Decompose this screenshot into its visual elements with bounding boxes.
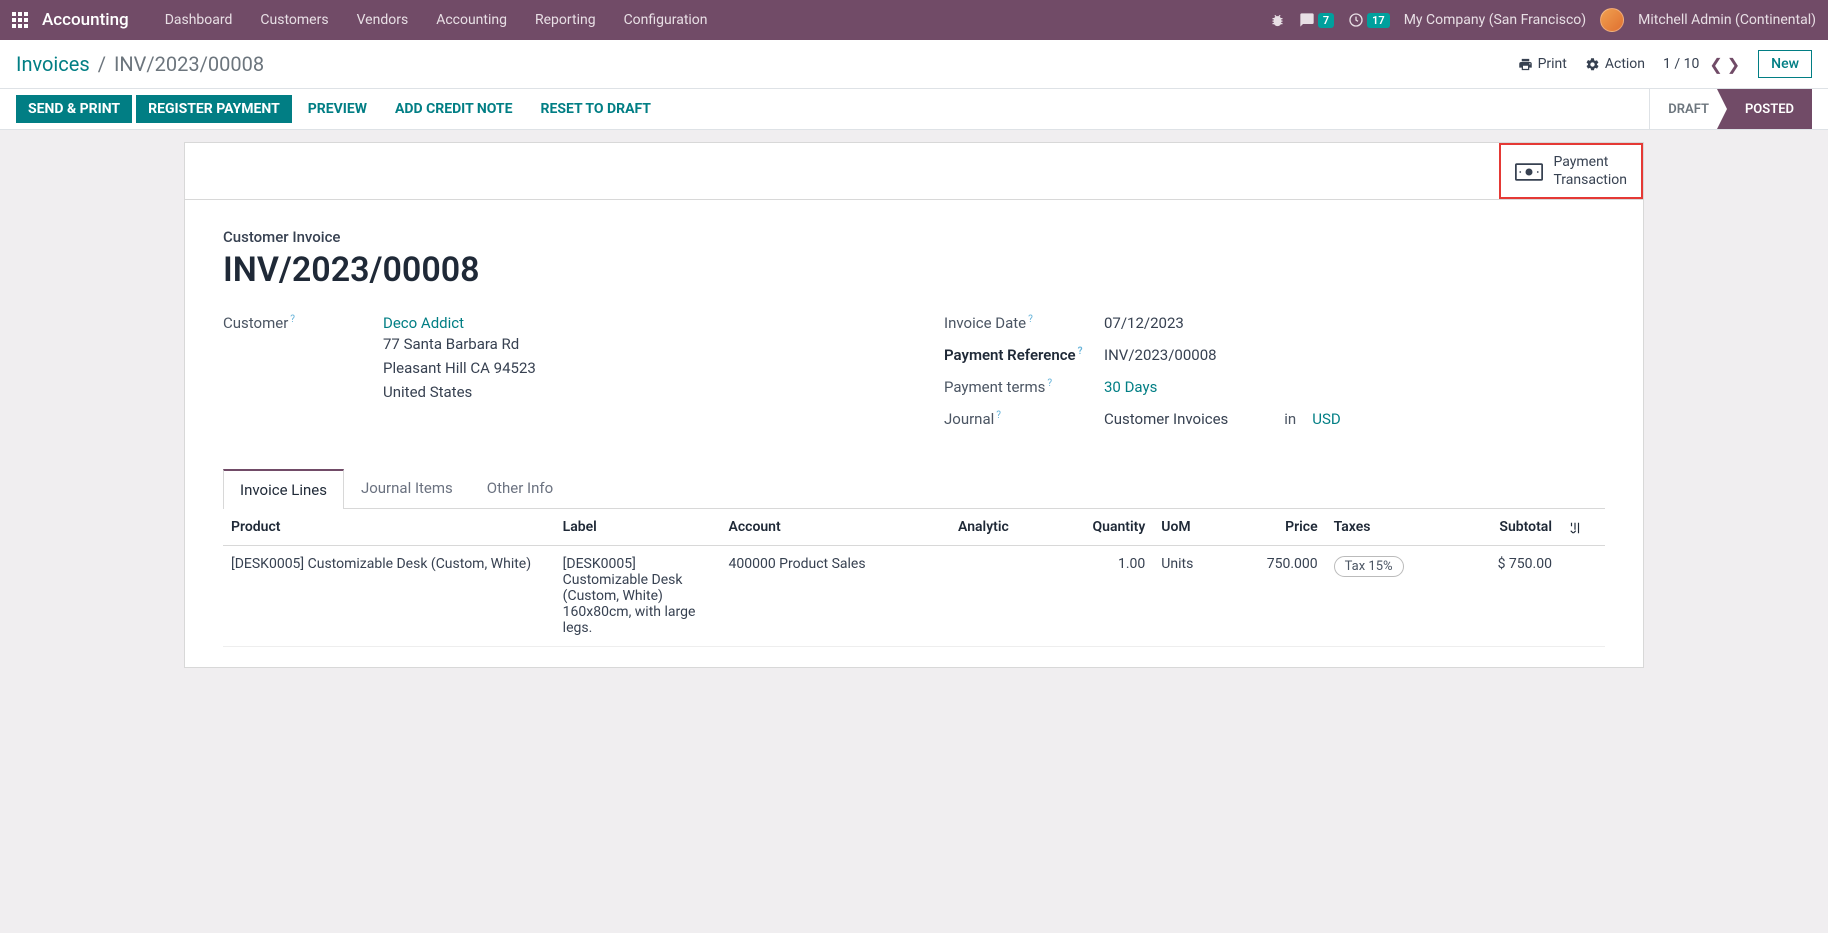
cell-price: 750.000 — [1225, 546, 1325, 647]
columns-icon — [1568, 521, 1582, 535]
label-journal: Journal? — [944, 410, 1104, 428]
apps-icon[interactable] — [12, 12, 28, 28]
th-taxes[interactable]: Taxes — [1326, 509, 1455, 546]
invoice-date-value: 07/12/2023 — [1104, 314, 1605, 332]
reset-draft-button[interactable]: RESET TO DRAFT — [528, 95, 662, 123]
activities-icon[interactable]: 17 — [1348, 12, 1390, 28]
credit-note-button[interactable]: ADD CREDIT NOTE — [383, 95, 525, 123]
breadcrumb-current: INV/2023/00008 — [114, 52, 264, 76]
invoice-lines-table: Product Label Account Analytic Quantity … — [223, 509, 1605, 647]
breadcrumb-parent[interactable]: Invoices — [16, 52, 90, 76]
form-sheet: Payment Transaction Customer Invoice INV… — [184, 142, 1644, 668]
money-icon — [1515, 159, 1543, 184]
debug-icon[interactable] — [1270, 13, 1285, 28]
cell-product: [DESK0005] Customizable Desk (Custom, Wh… — [223, 546, 555, 647]
label-invoice-date: Invoice Date? — [944, 314, 1104, 332]
nav-reporting[interactable]: Reporting — [521, 12, 610, 28]
label-payment-terms: Payment terms? — [944, 378, 1104, 396]
customer-street: 77 Santa Barbara Rd — [383, 332, 884, 356]
notebook-tabs: Invoice Lines Journal Items Other Info — [223, 468, 1605, 509]
cell-label: [DESK0005] Customizable Desk (Custom, Wh… — [555, 546, 721, 647]
pager-prev[interactable]: ❮ — [1709, 55, 1722, 74]
journal-value: Customer Invoices — [1104, 410, 1228, 428]
currency-link[interactable]: USD — [1312, 410, 1340, 428]
th-price[interactable]: Price — [1225, 509, 1325, 546]
company-selector[interactable]: My Company (San Francisco) — [1404, 12, 1586, 28]
th-analytic[interactable]: Analytic — [950, 509, 1050, 546]
preview-button[interactable]: PREVIEW — [296, 95, 379, 123]
customer-link[interactable]: Deco Addict — [383, 314, 464, 332]
activities-badge: 17 — [1367, 13, 1390, 28]
gear-icon — [1585, 57, 1600, 72]
nav-menu: Dashboard Customers Vendors Accounting R… — [151, 12, 722, 28]
app-name[interactable]: Accounting — [42, 10, 129, 30]
register-payment-button[interactable]: REGISTER PAYMENT — [136, 95, 292, 123]
invoice-type-label: Customer Invoice — [223, 228, 1605, 246]
cell-analytic — [950, 546, 1050, 647]
status-draft[interactable]: DRAFT — [1649, 89, 1727, 129]
customer-country: United States — [383, 380, 884, 404]
avatar[interactable] — [1600, 8, 1624, 32]
stat-line1: Payment — [1553, 153, 1627, 171]
messages-icon[interactable]: 7 — [1299, 12, 1334, 28]
tax-chip[interactable]: Tax 15% — [1334, 556, 1404, 577]
tab-other-info[interactable]: Other Info — [470, 468, 570, 508]
status-bar: DRAFT POSTED — [1649, 89, 1812, 129]
pager: 1 / 10 ❮ ❯ — [1663, 55, 1740, 74]
nav-customers[interactable]: Customers — [246, 12, 342, 28]
stat-line2: Transaction — [1553, 171, 1627, 189]
th-uom[interactable]: UoM — [1153, 509, 1225, 546]
th-subtotal[interactable]: Subtotal — [1454, 509, 1560, 546]
nav-configuration[interactable]: Configuration — [610, 12, 722, 28]
cell-subtotal: $ 750.00 — [1454, 546, 1560, 647]
th-product[interactable]: Product — [223, 509, 555, 546]
breadcrumb: Invoices / INV/2023/00008 — [16, 52, 264, 76]
customer-city: Pleasant Hill CA 94523 — [383, 356, 884, 380]
action-button[interactable]: Action — [1585, 56, 1645, 72]
th-account[interactable]: Account — [721, 509, 951, 546]
status-posted[interactable]: POSTED — [1727, 89, 1812, 129]
payment-reference-value: INV/2023/00008 — [1104, 346, 1605, 364]
payment-transaction-button[interactable]: Payment Transaction — [1499, 143, 1643, 199]
th-settings[interactable] — [1560, 509, 1605, 546]
control-panel: Invoices / INV/2023/00008 Print Action 1… — [0, 40, 1828, 130]
nav-vendors[interactable]: Vendors — [343, 12, 423, 28]
top-navbar: Accounting Dashboard Customers Vendors A… — [0, 0, 1828, 40]
print-icon — [1518, 57, 1533, 72]
label-customer: Customer? — [223, 314, 383, 404]
print-button[interactable]: Print — [1518, 56, 1567, 72]
nav-dashboard[interactable]: Dashboard — [151, 12, 247, 28]
button-box: Payment Transaction — [185, 143, 1643, 200]
th-label[interactable]: Label — [555, 509, 721, 546]
cell-quantity: 1.00 — [1050, 546, 1153, 647]
tab-invoice-lines[interactable]: Invoice Lines — [223, 469, 344, 509]
send-print-button[interactable]: SEND & PRINT — [16, 95, 132, 123]
invoice-name: INV/2023/00008 — [223, 250, 1605, 290]
user-menu[interactable]: Mitchell Admin (Continental) — [1638, 12, 1816, 28]
table-row[interactable]: [DESK0005] Customizable Desk (Custom, Wh… — [223, 546, 1605, 647]
nav-accounting[interactable]: Accounting — [422, 12, 521, 28]
label-in: in — [1284, 410, 1296, 428]
breadcrumb-sep: / — [98, 52, 106, 76]
payment-terms-link[interactable]: 30 Days — [1104, 378, 1157, 396]
pager-text[interactable]: 1 / 10 — [1663, 56, 1699, 72]
cell-uom: Units — [1153, 546, 1225, 647]
pager-next[interactable]: ❯ — [1727, 55, 1740, 74]
label-payment-reference: Payment Reference? — [944, 346, 1104, 364]
cell-account: 400000 Product Sales — [721, 546, 951, 647]
th-quantity[interactable]: Quantity — [1050, 509, 1153, 546]
tab-journal-items[interactable]: Journal Items — [344, 468, 470, 508]
messages-badge: 7 — [1318, 13, 1334, 28]
cell-taxes: Tax 15% — [1326, 546, 1455, 647]
new-button[interactable]: New — [1758, 50, 1812, 78]
